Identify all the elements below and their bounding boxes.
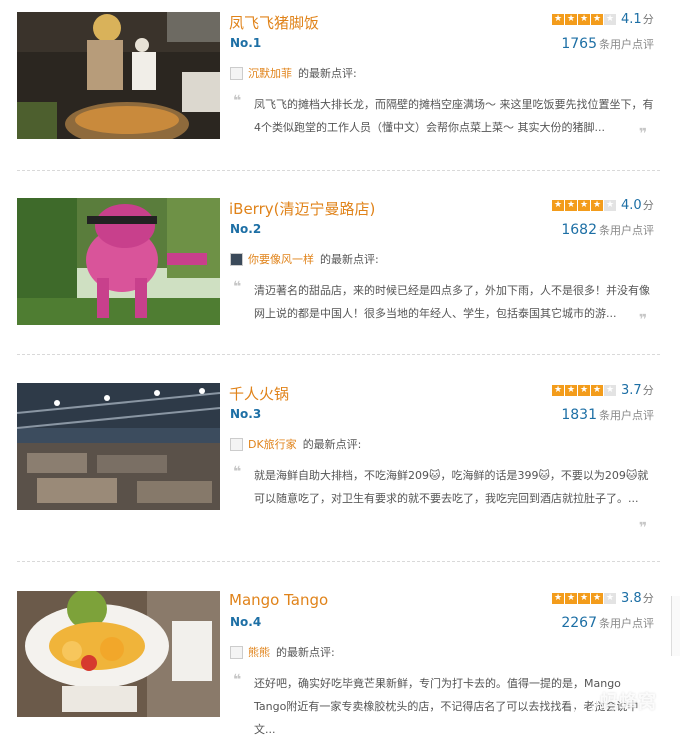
review-count-number: 1682 [561, 222, 597, 238]
latest-review-author: 你要像风一样 的最新点评: [230, 251, 379, 267]
score-value: 3.7 [621, 383, 642, 398]
star-rating: ★ ★ ★ ★ ★ [552, 14, 616, 25]
quote-open-icon: ❝ [233, 672, 242, 688]
divider [17, 561, 660, 562]
divider [17, 354, 660, 355]
star-icon: ★ [591, 385, 603, 396]
review-text: 还好吧，确实好吃毕竟芒果新鲜，专门为打卡去的。值得一提的是，Mango Tang… [254, 677, 639, 736]
star-icon: ★ [552, 14, 564, 25]
review-count[interactable]: 1831 条用户点评 [561, 404, 654, 423]
review-count[interactable]: 1682 条用户点评 [561, 219, 654, 238]
review-suffix: 的最新点评: [320, 253, 379, 266]
quote-close-icon: ❞ [639, 312, 648, 328]
reviewer-name[interactable]: 熊熊 [248, 644, 270, 660]
restaurant-photo[interactable] [17, 591, 220, 717]
latest-review-author: 熊熊 的最新点评: [230, 644, 335, 660]
rating-score: 4.1分 [621, 11, 654, 27]
score-unit: 分 [642, 13, 654, 26]
review-count-label: 条用户点评 [599, 38, 654, 51]
star-icon: ★ [578, 385, 590, 396]
restaurant-rank: No.4 [230, 615, 262, 629]
review-suffix: 的最新点评: [276, 646, 335, 659]
star-rating: ★ ★ ★ ★ ★ [552, 385, 616, 396]
rating-score: 3.7分 [621, 382, 654, 398]
review-count-label: 条用户点评 [599, 409, 654, 422]
restaurant-photo[interactable] [17, 198, 220, 325]
quote-open-icon: ❝ [233, 464, 242, 480]
restaurant-photo-art [17, 12, 220, 139]
star-icon: ★ [565, 200, 577, 211]
review-count-number: 1831 [561, 407, 597, 423]
review-count-label: 条用户点评 [599, 224, 654, 237]
star-empty-icon: ★ [604, 14, 616, 25]
star-icon: ★ [565, 385, 577, 396]
star-icon: ★ [552, 593, 564, 604]
review-count-number: 1765 [561, 36, 597, 52]
restaurant-rank: No.1 [230, 36, 262, 50]
score-value: 3.8 [621, 591, 642, 606]
review-text: 清迈著名的甜品店，来的时候已经是四点多了，外加下雨，人不是很多！并没有像网上说的… [254, 284, 650, 320]
score-unit: 分 [642, 199, 654, 212]
quote-open-icon: ❝ [233, 93, 242, 109]
star-rating: ★ ★ ★ ★ ★ [552, 593, 616, 604]
restaurant-photo-art [17, 198, 220, 325]
divider [17, 170, 660, 171]
avatar[interactable] [230, 66, 243, 80]
restaurant-photo[interactable] [17, 383, 220, 510]
review-text: 凤飞飞的摊档大排长龙，而隔壁的摊档空座满场～ 来这里吃饭要先找位置坐下，有4个类… [254, 98, 654, 134]
restaurant-name[interactable]: Mango Tango [229, 591, 328, 609]
star-icon: ★ [565, 593, 577, 604]
star-empty-icon: ★ [604, 385, 616, 396]
restaurant-rank: No.3 [230, 407, 262, 421]
star-icon: ★ [578, 593, 590, 604]
quote-close-icon: ❞ [639, 520, 648, 536]
restaurant-name[interactable]: 千人火锅 [229, 383, 289, 404]
avatar[interactable] [230, 645, 243, 659]
rating-score: 4.0分 [621, 197, 654, 213]
review-count-label: 条用户点评 [599, 617, 654, 630]
reviewer-name[interactable]: DK旅行家 [248, 436, 297, 452]
star-icon: ★ [578, 14, 590, 25]
scrollbar[interactable] [671, 596, 680, 656]
review-count[interactable]: 1765 条用户点评 [561, 33, 654, 52]
restaurant-name[interactable]: 凤飞飞猪脚饭 [229, 12, 319, 33]
review-count-number: 2267 [561, 615, 597, 631]
avatar[interactable] [230, 437, 243, 451]
restaurant-photo-art [17, 591, 220, 717]
restaurant-rank: No.2 [230, 222, 262, 236]
latest-review-author: 沉默加菲 的最新点评: [230, 65, 357, 81]
star-empty-icon: ★ [604, 593, 616, 604]
review-text: 就是海鲜自助大排档，不吃海鲜209🐱，吃海鲜的话是399🐱，不要以为209🐱就可… [254, 469, 649, 505]
review-suffix: 的最新点评: [302, 438, 362, 451]
score-unit: 分 [642, 384, 654, 397]
restaurant-photo[interactable] [17, 12, 220, 139]
star-icon: ★ [552, 200, 564, 211]
quote-open-icon: ❝ [233, 279, 242, 295]
reviewer-name[interactable]: 你要像风一样 [248, 251, 314, 267]
review-suffix: 的最新点评: [298, 67, 357, 80]
star-icon: ★ [591, 200, 603, 211]
star-icon: ★ [591, 14, 603, 25]
avatar[interactable] [230, 252, 243, 266]
score-value: 4.1 [621, 12, 642, 27]
star-empty-icon: ★ [604, 200, 616, 211]
star-icon: ★ [565, 14, 577, 25]
reviewer-name[interactable]: 沉默加菲 [248, 65, 292, 81]
star-rating: ★ ★ ★ ★ ★ [552, 200, 616, 211]
rating-score: 3.8分 [621, 590, 654, 606]
restaurant-name[interactable]: iBerry(清迈宁曼路店) [229, 198, 375, 219]
latest-review-author: DK旅行家 的最新点评: [230, 436, 361, 452]
score-value: 4.0 [621, 198, 642, 213]
score-unit: 分 [642, 592, 654, 605]
star-icon: ★ [578, 200, 590, 211]
review-count[interactable]: 2267 条用户点评 [561, 612, 654, 631]
restaurant-photo-art [17, 383, 220, 510]
star-icon: ★ [591, 593, 603, 604]
star-icon: ★ [552, 385, 564, 396]
quote-close-icon: ❞ [639, 126, 648, 142]
